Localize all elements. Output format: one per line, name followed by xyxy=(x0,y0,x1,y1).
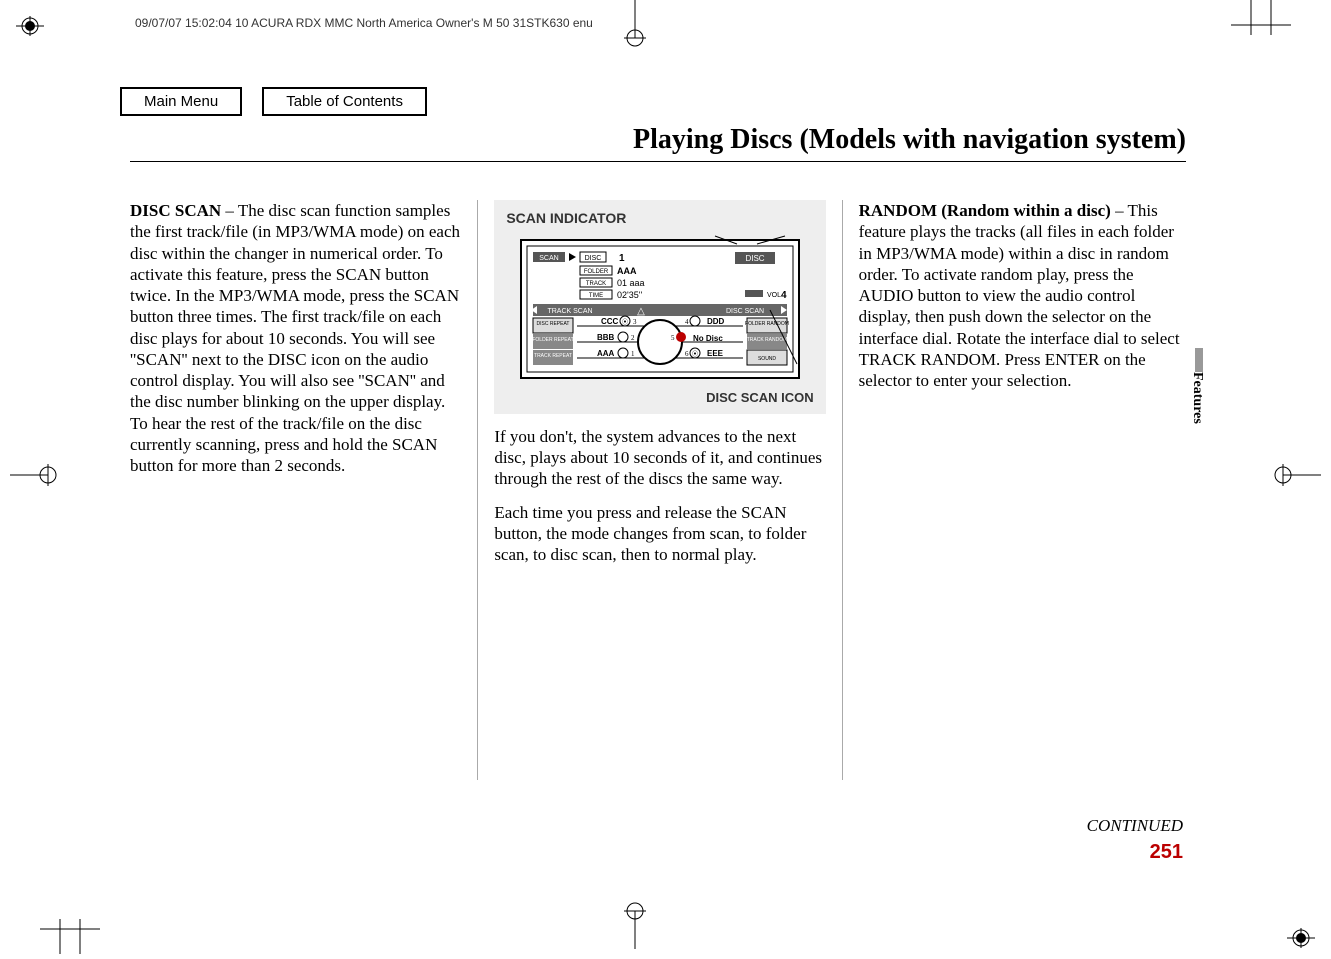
scan-indicator-figure: SCAN INDICATOR SCAN DISC 1 DISC FOLDER A… xyxy=(494,200,825,414)
svg-text:DISC: DISC xyxy=(745,254,764,263)
svg-text:02'35'': 02'35'' xyxy=(617,290,642,300)
svg-text:DISC REPEAT: DISC REPEAT xyxy=(537,321,570,327)
svg-text:TRACK: TRACK xyxy=(586,281,606,287)
svg-text:DISC SCAN: DISC SCAN xyxy=(726,308,764,315)
column-2: SCAN INDICATOR SCAN DISC 1 DISC FOLDER A… xyxy=(482,200,837,780)
svg-text:TIME: TIME xyxy=(589,293,603,299)
svg-text:5: 5 xyxy=(671,334,675,342)
svg-text:4: 4 xyxy=(781,290,787,301)
column-1: DISC SCAN – The disc scan function sampl… xyxy=(130,200,473,780)
svg-text:AAA: AAA xyxy=(617,266,637,276)
svg-text:No Disc: No Disc xyxy=(693,334,723,343)
svg-text:DDD: DDD xyxy=(707,317,725,326)
svg-text:TRACK SCAN: TRACK SCAN xyxy=(547,308,592,315)
registration-mark-icon xyxy=(1281,928,1321,948)
svg-text:△: △ xyxy=(637,306,645,317)
target-mark-icon xyxy=(620,0,650,55)
nav-buttons: Main Menu Table of Contents xyxy=(120,87,427,116)
side-tab-label: Features xyxy=(1189,372,1205,424)
svg-text:AAA: AAA xyxy=(597,349,615,358)
svg-text:EEE: EEE xyxy=(707,349,724,358)
svg-text:⦿: ⦿ xyxy=(622,319,628,326)
svg-text:FOLDER REPEAT: FOLDER REPEAT xyxy=(532,337,573,343)
toc-button[interactable]: Table of Contents xyxy=(262,87,427,116)
print-header: 09/07/07 15:02:04 10 ACURA RDX MMC North… xyxy=(135,16,593,30)
content-columns: DISC SCAN – The disc scan function sampl… xyxy=(130,200,1190,780)
random-heading: RANDOM (Random within a disc) xyxy=(859,201,1111,220)
svg-text:BBB: BBB xyxy=(597,333,615,342)
column-divider xyxy=(842,200,843,780)
disc-scan-heading: DISC SCAN xyxy=(130,201,221,220)
main-menu-button[interactable]: Main Menu xyxy=(120,87,242,116)
svg-text:1: 1 xyxy=(631,350,635,358)
page-number: 251 xyxy=(1150,841,1183,864)
random-paragraph: RANDOM (Random within a disc) – This fea… xyxy=(859,200,1190,391)
svg-text:4: 4 xyxy=(685,318,689,326)
svg-text:SCAN: SCAN xyxy=(539,255,558,262)
page-title: Playing Discs (Models with navigation sy… xyxy=(633,124,1186,156)
svg-text:6: 6 xyxy=(685,350,689,358)
target-mark-icon xyxy=(1271,460,1321,495)
crop-marks-icon xyxy=(1231,0,1291,60)
target-mark-icon xyxy=(10,460,60,495)
column-divider xyxy=(477,200,478,780)
figure-title: SCAN INDICATOR xyxy=(506,210,813,228)
random-body: This feature plays the tracks (all files… xyxy=(859,201,1180,390)
svg-text:FOLDER: FOLDER xyxy=(584,269,609,275)
audio-display-illustration: SCAN DISC 1 DISC FOLDER AAA TRACK 01 aaa… xyxy=(515,234,805,384)
svg-text:TRACK REPEAT: TRACK REPEAT xyxy=(534,353,572,359)
crop-marks-icon xyxy=(40,894,100,954)
svg-text:VOL: VOL xyxy=(767,292,781,299)
col2-paragraph-1: If you don't, the system advances to the… xyxy=(494,426,825,490)
registration-mark-icon xyxy=(10,16,50,36)
disc-scan-body: The disc scan function samples the first… xyxy=(130,201,460,475)
target-mark-icon xyxy=(620,899,650,954)
disc-scan-paragraph: DISC SCAN – The disc scan function sampl… xyxy=(130,200,461,476)
continued-label: CONTINUED xyxy=(1087,816,1183,836)
side-chapter-tab: Features xyxy=(1181,348,1203,438)
figure-caption: DISC SCAN ICON xyxy=(506,390,813,406)
svg-text:CCC: CCC xyxy=(601,317,619,326)
col2-paragraph-2: Each time you press and release the SCAN… xyxy=(494,502,825,566)
svg-text:SOUND: SOUND xyxy=(758,356,776,362)
column-3: RANDOM (Random within a disc) – This fea… xyxy=(847,200,1190,780)
svg-text:2: 2 xyxy=(631,334,635,342)
svg-text:TRACK RANDOM: TRACK RANDOM xyxy=(747,337,788,343)
title-underline xyxy=(130,161,1186,162)
svg-text:3: 3 xyxy=(633,318,637,326)
svg-text:DISC: DISC xyxy=(585,255,602,262)
svg-text:01 aaa: 01 aaa xyxy=(617,278,645,288)
svg-text:1: 1 xyxy=(619,253,625,264)
svg-text:⦿: ⦿ xyxy=(692,351,698,358)
svg-text:FOLDER RANDOM: FOLDER RANDOM xyxy=(745,321,789,327)
